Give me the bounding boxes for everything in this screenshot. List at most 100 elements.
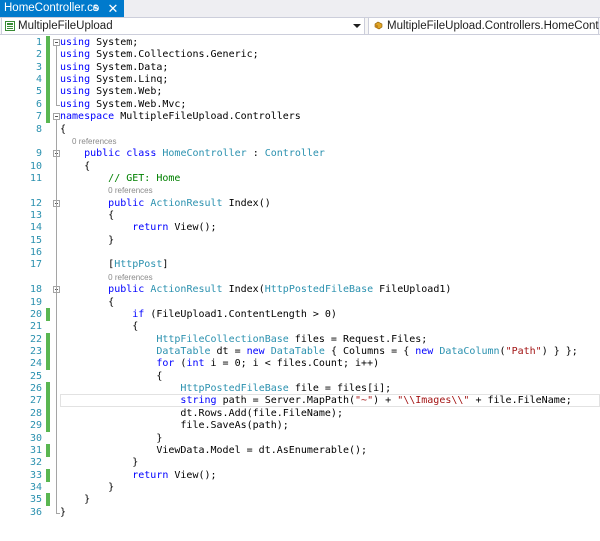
code-token: using (60, 98, 91, 110)
collapse-icon[interactable] (53, 39, 60, 46)
code-token: System.Collections.Generic; (90, 49, 259, 61)
line-number: 1 (35, 37, 42, 48)
code-line: 11 // GET: Home (0, 172, 600, 185)
code-text[interactable]: for (int i = 0; i < files.Count; i++) (60, 357, 379, 370)
code-text[interactable]: namespace MultipleFileUpload.Controllers (60, 110, 301, 123)
code-text[interactable]: public ActionResult Index(HttpPostedFile… (60, 283, 451, 296)
line-number: 5 (35, 86, 42, 98)
references-label[interactable]: 0 references (108, 184, 152, 197)
code-token: } (60, 234, 115, 246)
code-text[interactable]: { (60, 209, 114, 222)
code-token: new (415, 346, 434, 357)
code-text[interactable]: } (60, 493, 90, 506)
code-token: HttpPostedFileBase (180, 383, 289, 395)
code-text[interactable]: public ActionResult Index() (60, 197, 271, 210)
line-number: 8 (35, 123, 42, 135)
outline-guide (56, 46, 57, 105)
collapse-icon[interactable] (53, 113, 60, 121)
change-marker (46, 419, 50, 433)
code-text[interactable]: if (FileUpload1.ContentLength > 0) (60, 308, 337, 321)
code-text[interactable]: HttpPostedFileBase file = files[i]; (60, 382, 391, 395)
code-text[interactable]: } (60, 234, 114, 247)
code-line: 27 string path = Server.MapPath("~") + "… (0, 394, 600, 408)
close-icon[interactable]: ✕ (106, 0, 120, 17)
class-dropdown[interactable]: MultipleFileUpload.Controllers.HomeContr… (368, 18, 599, 34)
code-text[interactable]: string path = Server.MapPath("~") + "\\I… (60, 394, 571, 407)
document-tab-strip: HomeController.cs ⊕ ✕ (0, 0, 600, 17)
code-text[interactable]: dt.Rows.Add(file.FileName); (60, 407, 343, 420)
code-text[interactable]: using System.Collections.Generic; (60, 48, 259, 61)
code-line: 33 return View(); (0, 468, 600, 482)
code-token: View(); (168, 469, 217, 481)
code-text[interactable]: using System; (60, 36, 138, 49)
code-text[interactable]: DataTable dt = new DataTable { Columns =… (60, 345, 578, 358)
navigation-bar: MultipleFileUpload MultipleFileUpload.Co… (0, 17, 600, 35)
code-token: { (60, 160, 91, 172)
code-token: ) + (373, 395, 398, 407)
line-number: 6 (35, 98, 42, 110)
code-text[interactable]: return View(); (60, 221, 216, 234)
code-text[interactable]: public class HomeController : Controller (60, 147, 325, 160)
line-number: 26 (29, 383, 42, 395)
line-number: 32 (29, 457, 42, 469)
code-line: 1 using System; (0, 36, 600, 49)
code-text[interactable]: { (60, 123, 66, 136)
code-line: 21 { (0, 320, 600, 333)
code-token: FileUpload1) (373, 284, 452, 296)
change-marker (46, 406, 50, 420)
codelens-references: 0 references (0, 184, 600, 197)
code-text[interactable]: } (60, 432, 162, 445)
tab-home-controller[interactable]: HomeController.cs ⊕ ✕ (0, 0, 124, 17)
code-text[interactable]: return View(); (60, 469, 217, 482)
line-number: 24 (29, 358, 42, 370)
code-text[interactable]: [HttpPost] (60, 258, 168, 271)
project-name: MultipleFileUpload (18, 20, 113, 32)
code-text[interactable]: { (60, 160, 90, 173)
chevron-down-icon[interactable] (353, 24, 361, 28)
line-number: 19 (29, 296, 42, 308)
code-text[interactable]: file.SaveAs(path); (60, 419, 288, 432)
code-token: file = files[i]; (288, 383, 392, 395)
references-label[interactable]: 0 references (108, 271, 152, 284)
code-text[interactable]: } (60, 506, 66, 519)
code-text[interactable]: { (60, 320, 138, 333)
code-text[interactable]: using System.Linq; (60, 73, 168, 86)
code-text[interactable]: } (60, 456, 138, 469)
code-line: 34 } (0, 481, 600, 494)
references-label[interactable]: 0 references (72, 135, 116, 148)
line-number: 18 (29, 284, 42, 296)
pin-icon[interactable]: ⊕ (90, 0, 102, 17)
code-line: 5 using System.Web; (0, 85, 600, 99)
code-line: 29 file.SaveAs(path); (0, 419, 600, 433)
change-marker (46, 357, 50, 371)
line-number: 33 (29, 469, 42, 481)
code-text[interactable]: { (60, 370, 162, 383)
change-marker (46, 48, 50, 62)
project-dropdown[interactable]: MultipleFileUpload (1, 18, 365, 34)
code-token: path = Server.MapPath( (216, 395, 356, 407)
line-number: 7 (35, 111, 42, 123)
code-token: HomeController (162, 148, 247, 160)
code-text[interactable]: { (60, 296, 114, 309)
code-text[interactable]: using System.Data; (60, 61, 168, 74)
line-number: 4 (35, 74, 42, 86)
code-editor[interactable]: 1 using System; 2 using System.Collections.… (0, 35, 600, 541)
code-token: } (60, 481, 115, 493)
code-token: class (126, 148, 157, 160)
code-token: int (186, 358, 205, 370)
code-text[interactable]: HttpFileCollectionBase files = Request.F… (60, 333, 427, 346)
code-text[interactable]: using System.Web; (60, 85, 162, 98)
code-text[interactable]: } (60, 481, 114, 494)
change-marker (46, 493, 50, 507)
code-line: 16 (0, 246, 600, 259)
code-token: files = Request.Files; (288, 333, 428, 345)
change-marker (46, 85, 50, 99)
code-token: new (246, 346, 265, 357)
code-text[interactable]: // GET: Home (60, 172, 180, 185)
line-number: 29 (29, 420, 42, 432)
code-text[interactable]: using System.Web.Mvc; (60, 98, 186, 111)
code-token: { Columns = { (324, 346, 416, 357)
code-text[interactable]: ViewData.Model = dt.AsEnumerable(); (60, 444, 367, 457)
